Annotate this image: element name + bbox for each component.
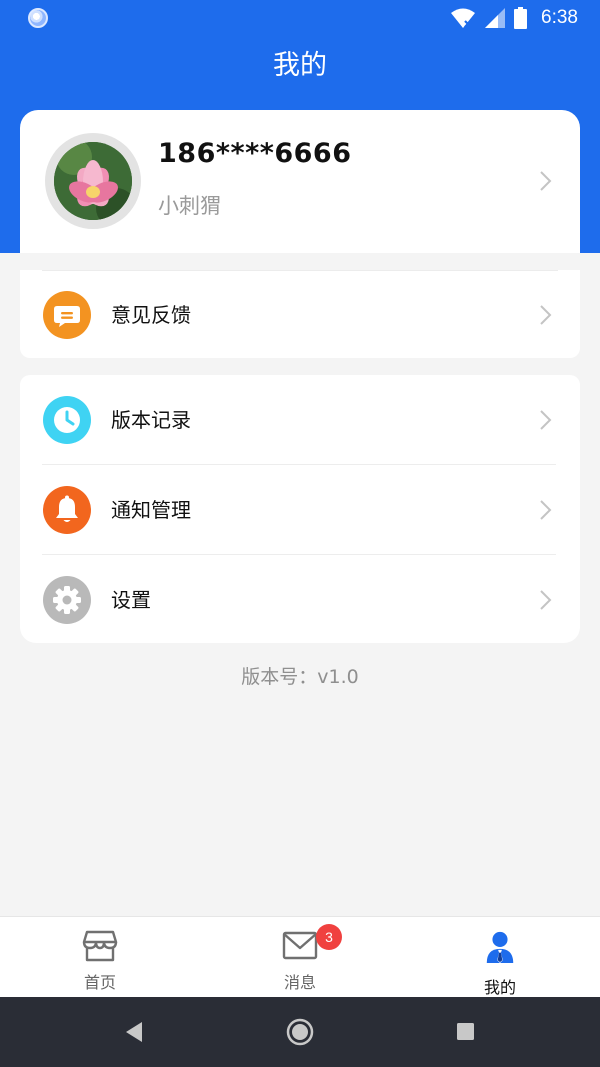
menu-item-notification-management[interactable]: 通知管理: [20, 465, 580, 555]
chevron-right-icon: [540, 410, 552, 430]
unread-badge: 3: [316, 924, 342, 950]
gear-icon: [43, 576, 91, 624]
avatar-ring: [45, 133, 141, 229]
chevron-right-icon: [540, 171, 552, 191]
menu-item-settings[interactable]: 设置: [20, 555, 580, 645]
tab-mine[interactable]: 我的: [400, 917, 600, 998]
nickname: 小刺猬: [158, 194, 221, 218]
home-icon[interactable]: [284, 1016, 316, 1048]
menu-item-label: 版本记录: [111, 408, 191, 432]
chevron-right-icon: [540, 500, 552, 520]
tab-messages[interactable]: 3 消息: [200, 917, 400, 998]
tab-label: 我的: [483, 978, 516, 997]
chevron-right-icon: [540, 590, 552, 610]
bell-icon: [43, 486, 91, 534]
menu-item-label: 意见反馈: [111, 303, 191, 327]
recents-icon[interactable]: [449, 1016, 481, 1048]
back-icon[interactable]: [118, 1016, 150, 1048]
version-number: 版本号：v1.0: [241, 666, 359, 688]
wifi-icon: [451, 8, 476, 28]
status-time: 6:38: [541, 7, 578, 28]
lotus-flower-image: [54, 142, 132, 220]
clock-icon: [43, 396, 91, 444]
profile-card[interactable]: 186****6666 小刺猬: [20, 110, 580, 253]
settings-card: 版本记录 通知管理 设置: [20, 375, 580, 643]
menu-item-label: 设置: [111, 588, 151, 612]
avatar[interactable]: [54, 142, 132, 220]
tab-label: 消息: [283, 973, 316, 992]
signal-icon: [485, 8, 506, 28]
feedback-card: 意见反馈: [20, 270, 580, 358]
chevron-right-icon: [540, 305, 552, 325]
system-navigation-bar: [0, 997, 600, 1067]
phone-number: 186****6666: [158, 138, 352, 169]
tab-home[interactable]: 首页: [0, 917, 200, 998]
store-icon: [82, 930, 118, 962]
status-bar: 6:38: [0, 0, 600, 36]
app-notification-icon: [28, 8, 48, 28]
battery-icon: [514, 7, 528, 29]
user-icon: [486, 931, 514, 964]
chat-bubble-icon: [43, 291, 91, 339]
page-title: 我的: [273, 50, 327, 81]
bottom-tab-bar: 首页 3 消息 我的: [0, 916, 600, 997]
mail-icon: [282, 931, 318, 960]
tab-label: 首页: [83, 973, 116, 992]
menu-item-label: 通知管理: [111, 498, 191, 522]
menu-item-feedback[interactable]: 意见反馈: [20, 270, 580, 360]
menu-item-version-history[interactable]: 版本记录: [20, 375, 580, 465]
